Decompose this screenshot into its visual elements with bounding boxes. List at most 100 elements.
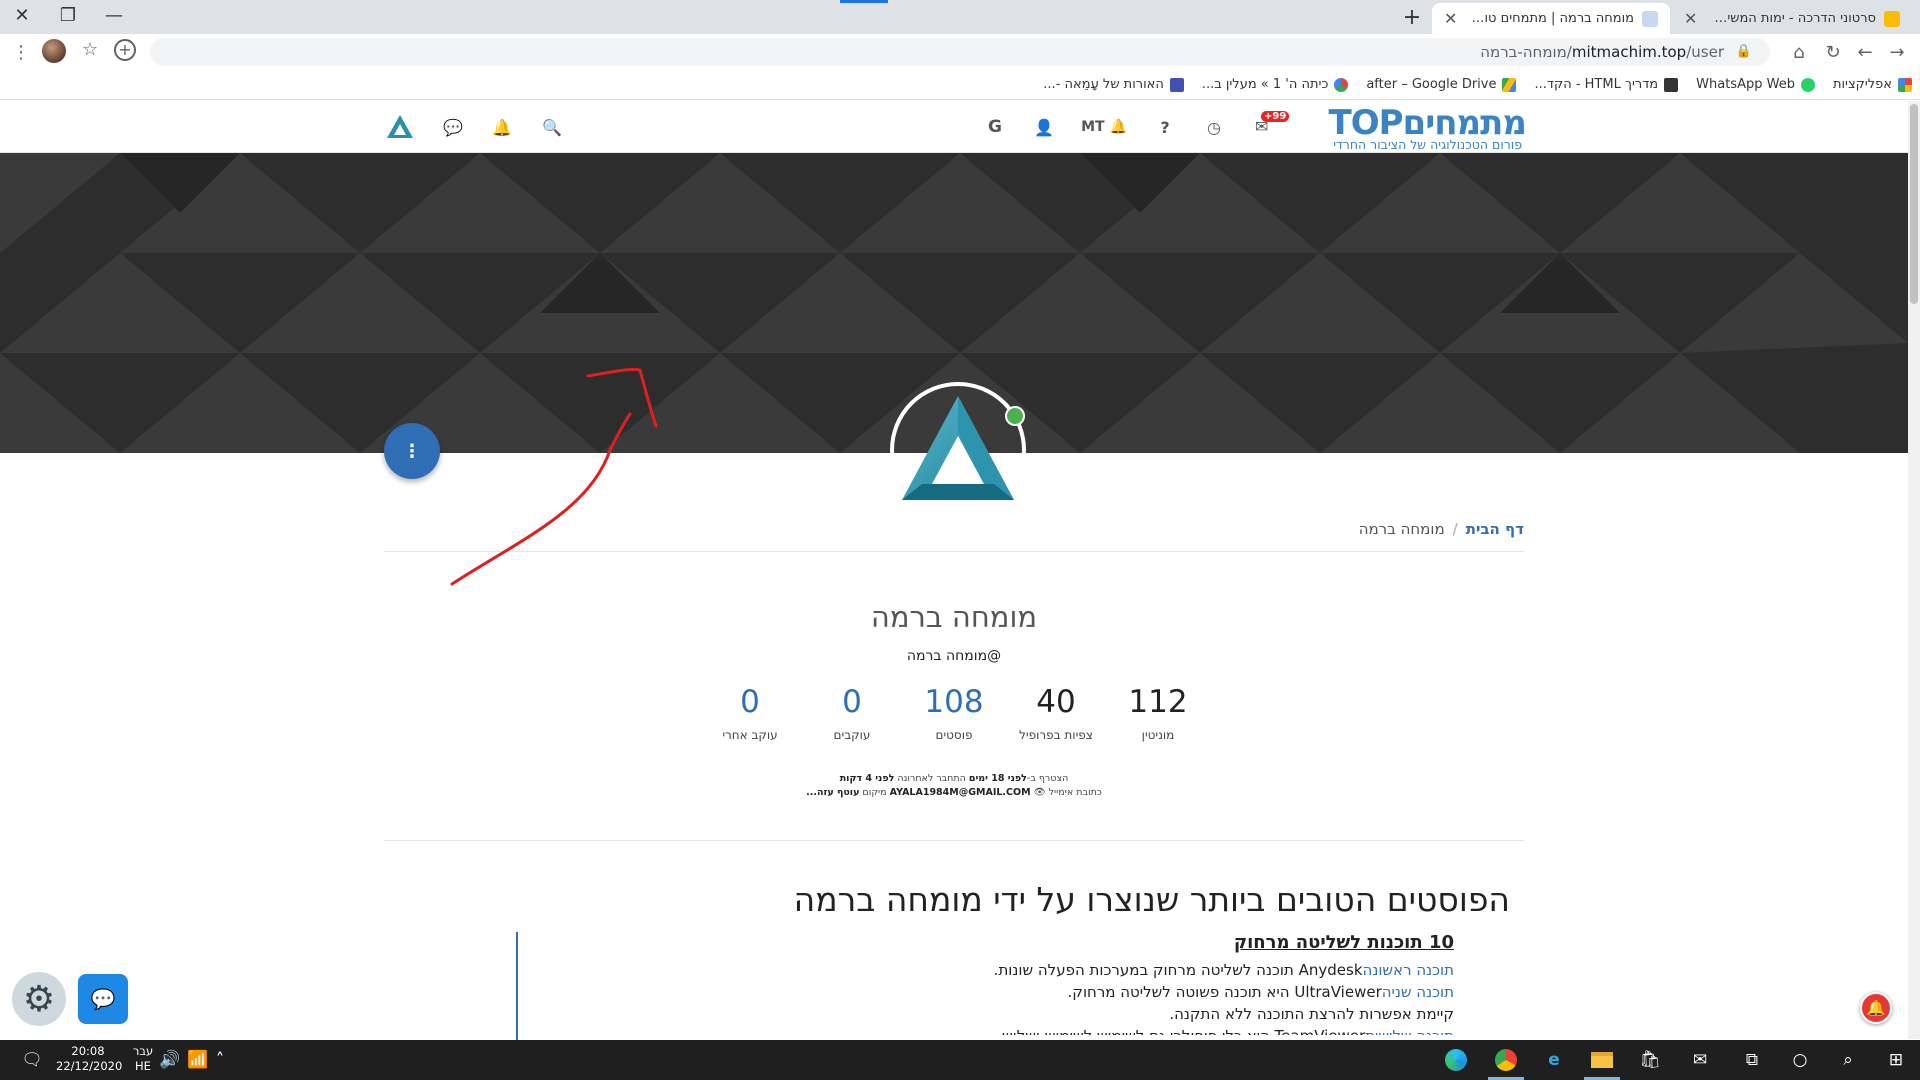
- bookmark-label: WhatsApp Web: [1696, 77, 1795, 92]
- tab-title: סרטוני הדרכה - ימות המשיח – ve: [1707, 11, 1876, 26]
- recent-clock-icon[interactable]: ◷: [1202, 115, 1226, 139]
- stat-posts[interactable]: 108 פוסטים: [904, 682, 1004, 742]
- browser-toolbar: ⋮ 🔒 mitmachim.top/user/מומחה-ברמה ☆ + ⌂ …: [0, 34, 1920, 70]
- chrome-icon[interactable]: [1492, 1046, 1520, 1074]
- gear-icon: ⚙: [22, 978, 56, 1020]
- bookmark-label: אפליקציות: [1832, 77, 1892, 92]
- cortana-icon[interactable]: ○: [1786, 1046, 1814, 1074]
- bookmark-google-drive[interactable]: after – Google Drive: [1366, 77, 1517, 92]
- search-icon[interactable]: 🔍: [540, 115, 564, 139]
- clock[interactable]: 20:08 22/12/2020: [56, 1044, 123, 1074]
- bookmark-class[interactable]: כיתה ה' 1 » מעלין ב...: [1202, 77, 1349, 92]
- action-center-icon[interactable]: 🗨: [18, 1046, 46, 1074]
- apps-grid-icon: [1898, 77, 1912, 92]
- windows-start-icon[interactable]: ⊞: [1882, 1046, 1910, 1074]
- minimize-window-icon[interactable]: —: [92, 0, 136, 30]
- chat-bubble-icon[interactable]: 💬: [441, 115, 465, 139]
- mail-icon[interactable]: ✉: [1686, 1046, 1714, 1074]
- language-indicator[interactable]: עבר HE: [128, 1044, 158, 1074]
- post-title-link[interactable]: 10 תוכנות לשליטה מרחוק: [516, 932, 1454, 953]
- drive-favicon-icon: [1884, 10, 1900, 27]
- best-posts-heading: הפוסטים הטובים ביותר שנוצרו על ידי מומחה…: [793, 880, 1510, 919]
- post-line-text: קיימת אפשרות להרצת התוכנה ללא התקנה.: [1169, 1005, 1454, 1023]
- bookmark-label: כיתה ה' 1 » מעלין ב...: [1201, 77, 1329, 92]
- breadcrumb-home[interactable]: דף הבית: [1466, 520, 1524, 538]
- stat-followers[interactable]: 0 עוקבים: [802, 682, 902, 742]
- google-drive-icon: [1502, 77, 1517, 92]
- triangle-logo-icon: [387, 115, 413, 138]
- stat-value: 112: [1128, 684, 1188, 720]
- profile-avatar[interactable]: [42, 39, 66, 63]
- profile-options-button[interactable]: ⋮: [384, 423, 440, 479]
- task-view-icon[interactable]: ⧉: [1738, 1046, 1766, 1074]
- accessibility-settings-button[interactable]: ⚙: [12, 972, 66, 1026]
- bookmark-html-guide[interactable]: מדריך HTML - הקד...: [1534, 77, 1679, 92]
- edge-icon[interactable]: [1442, 1046, 1470, 1074]
- user-icon[interactable]: 👤: [1032, 115, 1056, 139]
- site-logo[interactable]: מתמחיםTOP פורום הטכנולוגיה של הציבור החר…: [1290, 103, 1527, 152]
- tab-inactive[interactable]: סרטוני הדרכה - ימות המשיח – ve ✕: [1672, 3, 1912, 34]
- chat-icon: 💬: [90, 987, 116, 1011]
- bookmark-label: after – Google Drive: [1366, 77, 1497, 92]
- volume-icon[interactable]: 🔊: [156, 1046, 184, 1074]
- stat-value: 40: [1036, 684, 1076, 720]
- new-tab-button[interactable]: +: [1398, 4, 1426, 32]
- tab-title: מומחה ברמה | מתמחים טופ - פור: [1467, 11, 1634, 26]
- ie-icon[interactable]: e: [1540, 1046, 1568, 1074]
- bookmarks-bar: אפליקציות WhatsApp Web מדריך HTML - הקד.…: [0, 70, 1920, 100]
- stat-label: עוקבים: [833, 728, 871, 742]
- chevron-up-icon[interactable]: ˄: [206, 1046, 234, 1074]
- notifications-inbox[interactable]: ✉ +99: [1253, 111, 1290, 139]
- close-tab-icon[interactable]: ✕: [1444, 9, 1457, 28]
- best-post-card: 10 תוכנות לשליטה מרחוק תוכנה ראשונהAnyde…: [516, 932, 1454, 1035]
- close-tab-icon[interactable]: ✕: [1684, 9, 1697, 28]
- home-icon[interactable]: ⌂: [1786, 39, 1812, 65]
- store-icon[interactable]: 🛍: [1636, 1046, 1664, 1074]
- close-window-icon[interactable]: ✕: [0, 0, 44, 30]
- back-icon[interactable]: ←: [1852, 39, 1878, 65]
- whatsapp-icon: [1800, 77, 1815, 92]
- push-notification-bell[interactable]: 🔔: [1860, 992, 1892, 1024]
- menu-kebab-icon[interactable]: ⋮: [8, 39, 34, 65]
- user-initials: MT: [1081, 119, 1105, 135]
- bookmark-lights[interactable]: האורות של עָמֵאה -...: [1043, 77, 1184, 92]
- stat-following[interactable]: 0 עוקב אחרי: [700, 682, 800, 742]
- google-icon[interactable]: G: [983, 115, 1007, 139]
- stat-value: 108: [924, 684, 984, 720]
- tab-loading-bar: [840, 0, 888, 3]
- post-line-text: Anydesk תוכנה לשליטה מרחוק במערכות הפעלה…: [993, 961, 1363, 979]
- meta-joined-line: הצטרף ב-לפני 18 ימים התחבר לאחרונה לפני …: [384, 772, 1524, 786]
- user-mt-menu[interactable]: MT 🔔: [1080, 115, 1128, 139]
- address-bar[interactable]: 🔒 mitmachim.top/user/מומחה-ברמה: [150, 38, 1770, 66]
- file-explorer-icon[interactable]: [1588, 1046, 1616, 1074]
- forward-icon[interactable]: →: [1884, 39, 1910, 65]
- clock-date: 22/12/2020: [56, 1059, 123, 1073]
- bell-outline-icon[interactable]: 🔔: [490, 115, 514, 139]
- search-taskbar-icon[interactable]: ⌕: [1834, 1046, 1862, 1074]
- reload-icon[interactable]: ↻: [1820, 39, 1846, 65]
- profile-stats: 112 מוניטין 40 צפיות בפרופיל 108 פוסטים …: [700, 682, 1208, 742]
- browser-tab-bar: ✕ ❐ — + מומחה ברמה | מתמחים טופ - פור ✕ …: [0, 0, 1920, 34]
- eye-icon: 👁: [1030, 787, 1046, 798]
- bookmark-star-icon[interactable]: ☆: [82, 39, 98, 60]
- restore-window-icon[interactable]: ❐: [46, 0, 90, 30]
- tab-active[interactable]: מומחה ברמה | מתמחים טופ - פור ✕: [1432, 3, 1670, 34]
- install-app-icon[interactable]: +: [114, 39, 136, 61]
- user-avatar-small[interactable]: [385, 115, 415, 139]
- help-icon[interactable]: ?: [1153, 115, 1177, 139]
- profile-avatar-image[interactable]: [896, 388, 1020, 512]
- post-inline-link[interactable]: תוכנה ראשונה: [1363, 961, 1454, 979]
- post-inline-link[interactable]: תוכנה שניה: [1382, 983, 1454, 1001]
- logo-text: מתמחיםTOP: [1328, 103, 1527, 143]
- chat-widget-button[interactable]: 💬: [78, 974, 128, 1024]
- stat-value: 0: [842, 684, 862, 720]
- meta-email-value: AYALA1984M@GMAIL.COM: [889, 787, 1031, 798]
- bookmark-apps[interactable]: אפליקציות: [1833, 77, 1912, 92]
- lang-top: עבר: [132, 1044, 154, 1058]
- post-inline-link[interactable]: תוכנה שלישית: [1365, 1027, 1454, 1035]
- page-scrollbar[interactable]: [1908, 101, 1920, 1039]
- scrollbar-thumb[interactable]: [1910, 104, 1918, 304]
- online-status-dot: [1005, 406, 1025, 426]
- bookmark-whatsapp[interactable]: WhatsApp Web: [1696, 77, 1815, 92]
- stat-reputation[interactable]: 112 מוניטין: [1108, 682, 1208, 742]
